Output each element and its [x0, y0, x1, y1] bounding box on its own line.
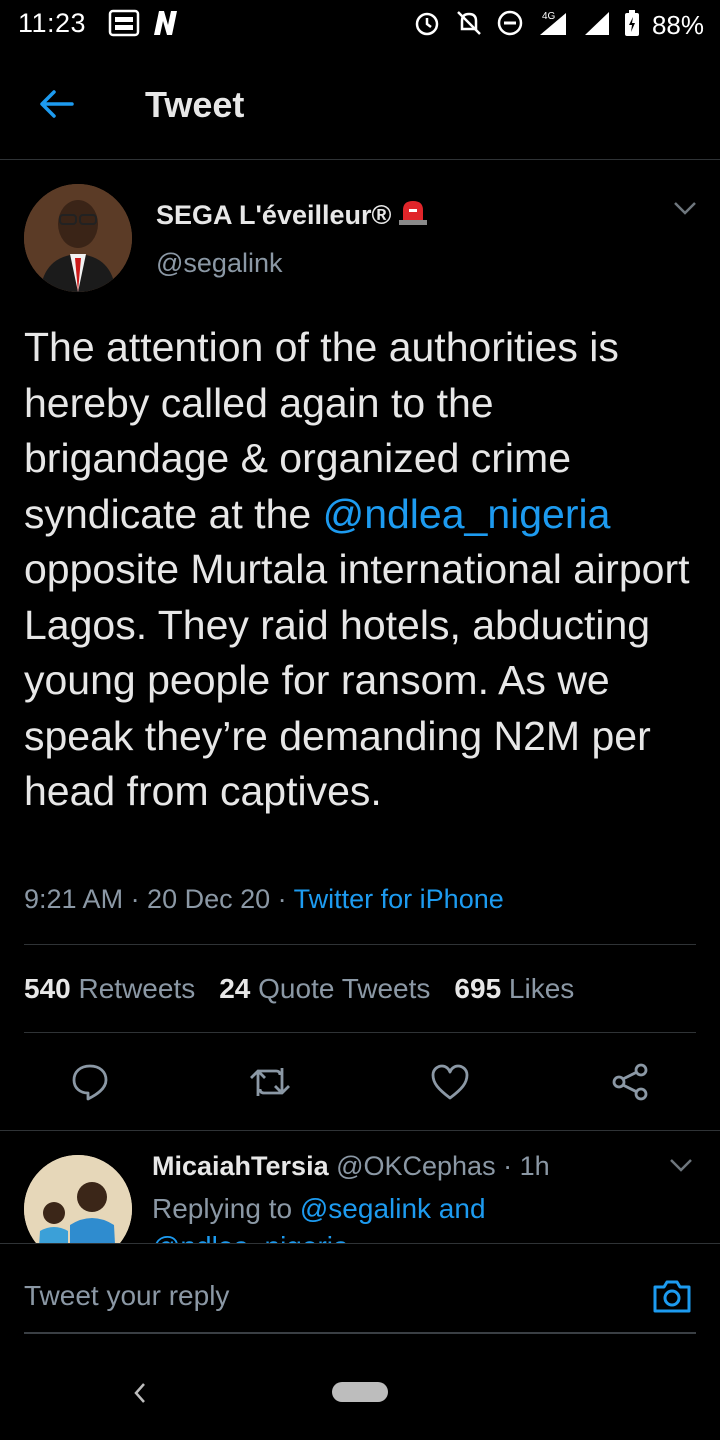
retweet-button[interactable] — [248, 1060, 292, 1104]
battery-percent: 88% — [651, 10, 704, 40]
divider — [24, 944, 696, 945]
tweet-timestamp: 9:21 AM · 20 Dec 20 · — [24, 884, 294, 914]
reply-input[interactable]: Tweet your reply — [24, 1280, 229, 1312]
like-icon — [431, 1064, 469, 1100]
tweet-text-part: opposite Murtala international airport L… — [24, 546, 690, 814]
quotes-label: Quote Tweets — [258, 973, 431, 1004]
back-arrow-icon — [40, 90, 74, 118]
alarm-icon — [412, 8, 442, 43]
tweet-client-link[interactable]: Twitter for iPhone — [294, 884, 504, 914]
reply-compose-bar: Tweet your reply — [0, 1243, 720, 1353]
author-avatar[interactable] — [24, 184, 132, 292]
dnd-icon — [496, 9, 524, 42]
reply-header: MicaiahTersia @OKCephas · 1h — [152, 1151, 550, 1182]
replying-to: Replying to @segalink and — [152, 1193, 486, 1225]
reply-menu-button[interactable] — [668, 1157, 694, 1178]
reply-author-name[interactable]: MicaiahTersia — [152, 1151, 329, 1181]
reply-tweet[interactable]: MicaiahTersia @OKCephas · 1h Replying to… — [0, 1131, 720, 1243]
system-back-button[interactable] — [124, 1377, 156, 1409]
reply-input-underline — [24, 1332, 696, 1334]
reply-button[interactable] — [68, 1060, 112, 1104]
battery-icon — [624, 9, 640, 42]
tweet-menu-button[interactable] — [672, 200, 698, 221]
top-app-bar: Tweet — [0, 52, 720, 160]
mention-link[interactable]: @ndlea_nigeria — [323, 491, 611, 537]
tweet-actions — [0, 1060, 720, 1104]
chevron-down-icon — [670, 1159, 692, 1172]
siren-emoji-icon — [397, 198, 429, 233]
tweet-meta: 9:21 AM · 20 Dec 20 · Twitter for iPhone — [24, 884, 504, 915]
tweet-stats: 540 Retweets 24 Quote Tweets 695 Likes — [24, 973, 574, 1005]
like-button[interactable] — [428, 1060, 472, 1104]
screenshot-notification-icon — [108, 8, 140, 43]
reply-author-meta: @OKCephas · 1h — [328, 1151, 550, 1181]
replying-prefix: Replying to — [152, 1193, 300, 1224]
signal-icon — [582, 9, 612, 42]
likes-stat[interactable]: 695 Likes — [454, 973, 574, 1005]
svg-text:4G: 4G — [542, 11, 556, 22]
retweet-icon — [250, 1068, 290, 1096]
retweets-count: 540 — [24, 973, 71, 1004]
status-time: 11:23 — [18, 8, 87, 38]
mute-icon — [454, 8, 484, 43]
signal-4g-icon: 4G — [536, 9, 570, 42]
status-bar: 11:23 4G 88% — [0, 0, 720, 50]
author-handle[interactable]: @segalink — [156, 248, 282, 279]
share-icon — [612, 1063, 648, 1101]
reply-icon — [72, 1064, 108, 1101]
back-button[interactable] — [34, 82, 78, 126]
replying-to-link[interactable]: @segalink and — [300, 1193, 486, 1224]
author-name[interactable]: SEGA L'éveilleur® — [156, 198, 429, 233]
system-nav-bar — [0, 1353, 720, 1440]
author-name-text: SEGA L'éveilleur® — [156, 200, 392, 230]
retweets-stat[interactable]: 540 Retweets — [24, 973, 195, 1005]
camera-icon — [653, 1280, 691, 1313]
likes-label: Likes — [508, 973, 575, 1004]
share-button[interactable] — [608, 1060, 652, 1104]
page-title: Tweet — [145, 84, 245, 125]
chevron-down-icon — [674, 202, 696, 215]
reply-author-avatar[interactable] — [24, 1155, 132, 1243]
chevron-left-icon — [134, 1383, 145, 1403]
likes-count: 695 — [454, 973, 502, 1004]
replying-to-more[interactable]: @ndlea_nigeria — [152, 1231, 349, 1243]
app-notification-icon — [150, 9, 180, 42]
divider — [24, 1032, 696, 1033]
system-home-pill[interactable] — [332, 1382, 388, 1402]
camera-button[interactable] — [650, 1274, 694, 1318]
tweet-body: The attention of the authorities is here… — [24, 320, 694, 820]
quotes-stat[interactable]: 24 Quote Tweets — [219, 973, 430, 1005]
quotes-count: 24 — [219, 973, 251, 1004]
retweets-label: Retweets — [78, 973, 196, 1004]
